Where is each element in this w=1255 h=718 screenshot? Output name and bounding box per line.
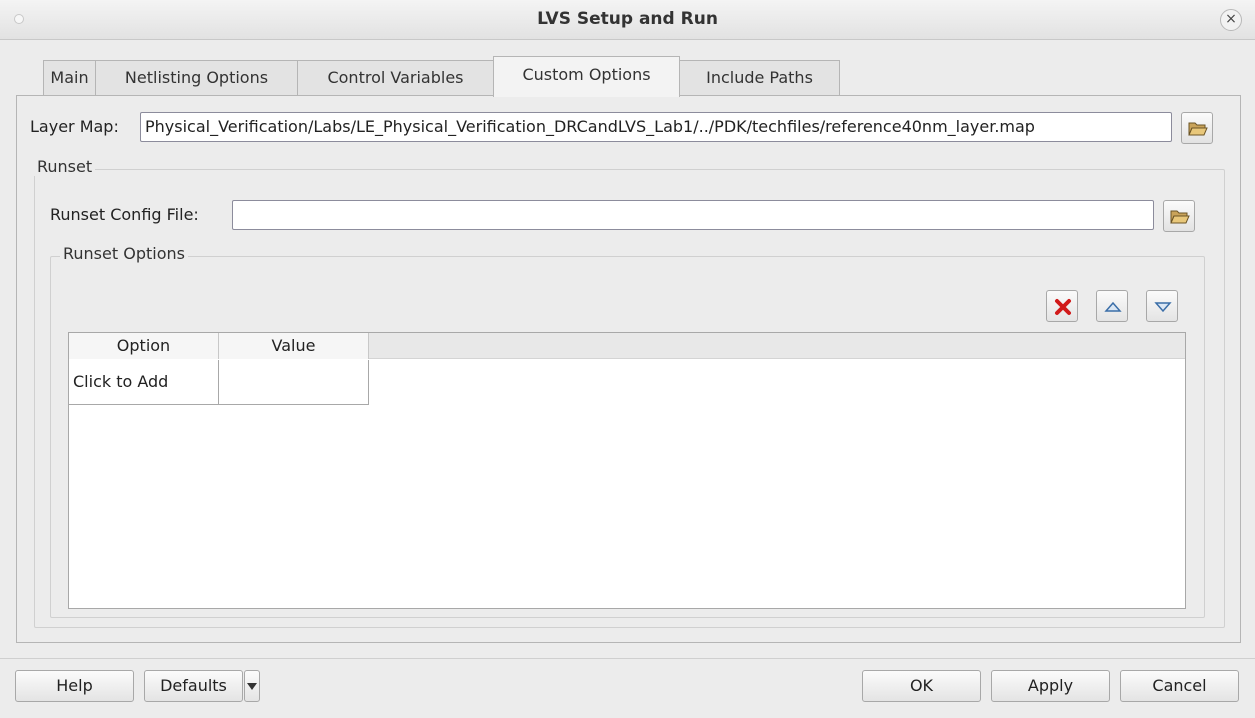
close-button[interactable]: × — [1220, 9, 1242, 31]
table-cell-option[interactable]: Click to Add — [69, 360, 219, 405]
runset-options-table[interactable]: Option Value Click to Add — [68, 332, 1186, 609]
tab-custom-options[interactable]: Custom Options — [493, 56, 680, 97]
title-bar: LVS Setup and Run × — [0, 0, 1255, 40]
folder-open-icon — [1188, 122, 1208, 136]
column-header-option[interactable]: Option — [69, 333, 219, 359]
move-down-button[interactable] — [1146, 290, 1178, 322]
bottom-separator — [0, 658, 1255, 659]
chevron-down-icon — [247, 683, 257, 690]
layer-map-browse-button[interactable] — [1181, 112, 1213, 144]
column-header-value[interactable]: Value — [219, 333, 369, 359]
tab-include-paths[interactable]: Include Paths — [679, 60, 840, 96]
move-up-icon — [1104, 301, 1122, 312]
layer-map-label: Layer Map: — [30, 117, 119, 136]
move-down-icon — [1154, 302, 1172, 313]
runset-config-file-label: Runset Config File: — [50, 205, 199, 224]
layer-map-input[interactable]: Physical_Verification/Labs/LE_Physical_V… — [140, 112, 1172, 142]
tab-main[interactable]: Main — [43, 60, 96, 96]
table-cell-value[interactable] — [219, 360, 369, 405]
runset-config-browse-button[interactable] — [1163, 200, 1195, 232]
folder-open-icon — [1170, 210, 1190, 224]
runset-config-file-input[interactable] — [232, 200, 1154, 230]
tab-netlisting-options[interactable]: Netlisting Options — [95, 60, 298, 96]
help-button[interactable]: Help — [15, 670, 134, 702]
cancel-button[interactable]: Cancel — [1120, 670, 1239, 702]
apply-button[interactable]: Apply — [991, 670, 1110, 702]
table-header: Option Value — [69, 333, 1185, 359]
defaults-button[interactable]: Defaults — [144, 670, 243, 702]
defaults-dropdown-button[interactable] — [244, 670, 260, 702]
window-title: LVS Setup and Run — [537, 9, 718, 29]
runset-group-title: Runset — [34, 157, 96, 176]
delete-icon — [1055, 299, 1071, 315]
move-up-button[interactable] — [1096, 290, 1128, 322]
runset-options-group-title: Runset Options — [60, 244, 188, 263]
delete-row-button[interactable] — [1046, 290, 1078, 322]
ok-button[interactable]: OK — [862, 670, 981, 702]
tab-control-variables[interactable]: Control Variables — [297, 60, 494, 96]
close-icon: × — [1225, 11, 1237, 27]
